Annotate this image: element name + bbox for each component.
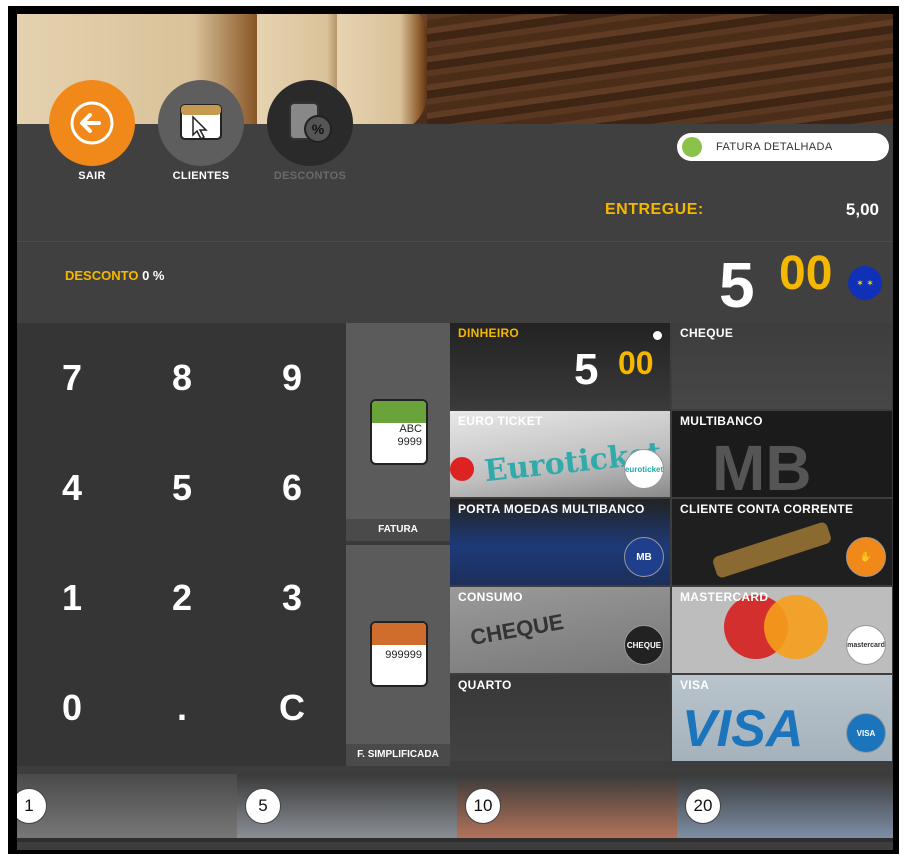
hand-card-icon: ✋	[846, 537, 886, 577]
discount-value: 0 %	[142, 268, 165, 283]
back-arrow-icon	[49, 80, 135, 166]
wood-background	[427, 14, 893, 124]
cash-denominations-bar: 1 5 10 20	[17, 774, 893, 842]
payment-cheque-label: CHEQUE	[680, 326, 734, 340]
cheque-logo-icon: CHEQUE	[624, 625, 664, 665]
delivered-value: 5,00	[845, 200, 879, 219]
discount-percent-icon: %	[267, 80, 353, 166]
clients-button[interactable]: CLIENTES	[158, 80, 244, 182]
simplified-invoice-label: F. SIMPLIFICADA	[346, 744, 450, 766]
payment-mastercard[interactable]: MASTERCARD mastercard	[672, 587, 892, 673]
key-2[interactable]: 2	[127, 543, 237, 653]
payment-cheque[interactable]: CHEQUE	[672, 323, 892, 409]
cash-amount-integer: 5	[574, 345, 599, 394]
total-row: DESCONTO 0 % 5 00 ✶ ✶	[17, 241, 893, 324]
key-5[interactable]: 5	[127, 433, 237, 543]
discounts-label: DESCONTOS	[273, 170, 347, 182]
denomination-5[interactable]: 5	[237, 774, 457, 838]
client-card-icon	[158, 80, 244, 166]
discount-info: DESCONTO 0 %	[65, 268, 164, 283]
payment-current-account-label: CLIENTE CONTA CORRENTE	[680, 502, 854, 516]
exit-label: SAIR	[78, 170, 106, 182]
document-type-panel: ABC 9999 FATURA 999999 F. SIMPLIFICADA	[346, 323, 450, 766]
simplified-invoice-icon-text: 999999	[385, 649, 422, 661]
svg-text:%: %	[312, 121, 325, 137]
payment-mastercard-label: MASTERCARD	[680, 590, 769, 604]
payment-cash[interactable]: DINHEIRO 5 00	[450, 323, 670, 409]
numeric-keypad: 7 8 9 4 5 6 1 2 3 0 . C	[17, 323, 346, 766]
euro-flag-icon: ✶ ✶	[848, 266, 882, 300]
payment-cash-label: DINHEIRO	[458, 326, 520, 340]
key-decimal[interactable]: .	[127, 653, 237, 763]
detailed-invoice-label: FATURA DETALHADA	[716, 141, 833, 153]
key-1[interactable]: 1	[17, 543, 127, 653]
exit-button[interactable]: SAIR	[49, 80, 135, 182]
pos-payment-screen: SAIR CLIENTES % DESCONTOS FATURA DETALHA…	[17, 14, 893, 850]
key-4[interactable]: 4	[17, 433, 127, 543]
payment-room-label: QUARTO	[458, 678, 512, 692]
denomination-20-value: 20	[685, 788, 721, 824]
denomination-10-value: 10	[465, 788, 501, 824]
payment-consumption-label: CONSUMO	[458, 590, 523, 604]
invoice-button[interactable]: ABC 9999 FATURA	[346, 323, 450, 541]
total-decimal: 00	[779, 247, 833, 300]
key-6[interactable]: 6	[237, 433, 347, 543]
key-7[interactable]: 7	[17, 323, 127, 433]
toggle-knob	[682, 137, 702, 157]
key-8[interactable]: 8	[127, 323, 237, 433]
key-0[interactable]: 0	[17, 653, 127, 763]
visa-logo-icon: VISA	[846, 713, 886, 753]
key-3[interactable]: 3	[237, 543, 347, 653]
simplified-invoice-icon: 999999	[370, 621, 428, 687]
simplified-invoice-button[interactable]: 999999 F. SIMPLIFICADA	[346, 545, 450, 766]
selected-indicator	[653, 331, 662, 340]
cash-amount-decimal: 00	[618, 345, 654, 381]
payment-room[interactable]: QUARTO	[450, 675, 670, 761]
delivered-label: ENTREGUE:	[605, 201, 704, 218]
payment-multibanco-label: MULTIBANCO	[680, 414, 763, 428]
header-photo	[17, 14, 893, 134]
invoice-icon-text-1: ABC	[399, 423, 422, 435]
key-9[interactable]: 9	[237, 323, 347, 433]
total-integer: 5	[719, 249, 755, 321]
invoice-icon-text-2: 9999	[397, 436, 422, 448]
payment-consumption[interactable]: CHEQUE CONSUMO CHEQUE	[450, 587, 670, 673]
invoice-icon: ABC 9999	[370, 399, 428, 465]
denomination-20[interactable]: 20	[677, 774, 893, 838]
payment-visa[interactable]: VISA VISA VISA	[672, 675, 892, 761]
clients-label: CLIENTES	[172, 170, 230, 182]
denomination-10[interactable]: 10	[457, 774, 677, 838]
payment-mb-wallet-label: PORTA MOEDAS MULTIBANCO	[458, 502, 645, 516]
detailed-invoice-toggle[interactable]: FATURA DETALHADA	[677, 133, 889, 161]
payment-euro-ticket-label: EURO TICKET	[458, 414, 543, 428]
denomination-5-value: 5	[245, 788, 281, 824]
euroticket-logo-icon: euroticket	[624, 449, 664, 489]
payment-visa-label: VISA	[680, 678, 710, 692]
payment-euro-ticket[interactable]: Euroticket EURO TICKET euroticket	[450, 411, 670, 497]
discount-label: DESCONTO	[65, 268, 139, 283]
toolbar: SAIR CLIENTES % DESCONTOS FATURA DETALHA…	[17, 80, 893, 241]
payment-current-account[interactable]: CLIENTE CONTA CORRENTE ✋	[672, 499, 892, 585]
denomination-1[interactable]: 1	[17, 774, 237, 838]
invoice-label: FATURA	[346, 519, 450, 541]
discounts-button: % DESCONTOS	[267, 80, 353, 182]
payment-mb-wallet[interactable]: PORTA MOEDAS MULTIBANCO MB	[450, 499, 670, 585]
mb-wallet-logo-icon: MB	[624, 537, 664, 577]
mastercard-logo-icon: mastercard	[846, 625, 886, 665]
payment-multibanco[interactable]: MB MULTIBANCO	[672, 411, 892, 497]
key-clear[interactable]: C	[237, 653, 347, 763]
payment-methods-grid: DINHEIRO 5 00 CHEQUE Euroticket EURO TIC…	[450, 323, 893, 766]
